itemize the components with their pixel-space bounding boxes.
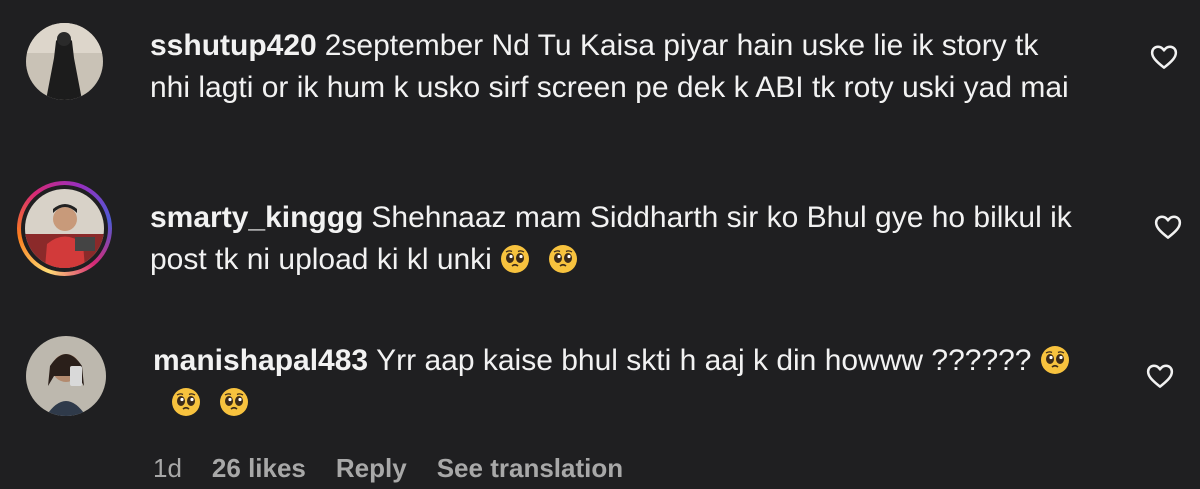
pleading-face-emoji — [220, 388, 248, 416]
comment-age: 1d — [153, 453, 182, 483]
comment-text: smarty_kinggg Shehnaaz mam Siddharth sir … — [150, 197, 1080, 281]
likes-count[interactable]: 26 likes — [212, 448, 306, 488]
pleading-face-emoji — [500, 245, 529, 273]
comment-username[interactable]: manishapal483 — [153, 344, 368, 377]
comments-list: sshutup420 2september Nd Tu Kaisa piyar h… — [0, 0, 1200, 489]
avatar[interactable] — [26, 23, 103, 100]
heart-icon[interactable] — [1145, 361, 1175, 391]
avatar[interactable] — [26, 336, 106, 416]
comment-meta: 1d 26 likes Reply See translation — [153, 448, 623, 488]
see-translation-button[interactable]: See translation — [437, 448, 623, 488]
pleading-face-emoji — [1040, 346, 1069, 374]
pleading-face-emoji — [172, 388, 200, 416]
comment-text: manishapal483 Yrr aap kaise bhul skti h a… — [153, 340, 1083, 424]
heart-icon[interactable] — [1149, 42, 1179, 72]
pleading-face-emoji — [548, 245, 577, 273]
heart-icon[interactable] — [1153, 212, 1183, 242]
comment-username[interactable]: sshutup420 — [150, 29, 317, 62]
comment-username[interactable]: smarty_kinggg — [150, 201, 363, 234]
comment-text: sshutup420 2september Nd Tu Kaisa piyar h… — [150, 25, 1080, 109]
comment-body: Yrr aap kaise bhul skti h aaj k din howw… — [376, 344, 1032, 377]
reply-button[interactable]: Reply — [336, 448, 407, 488]
avatar[interactable] — [25, 189, 104, 268]
